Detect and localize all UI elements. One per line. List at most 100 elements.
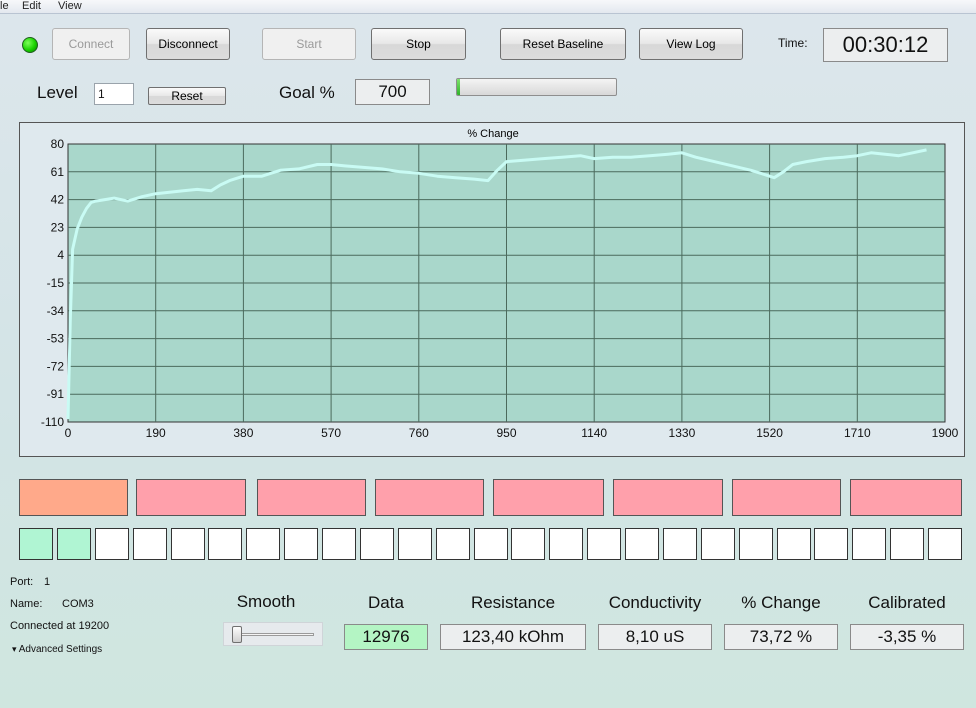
level-label: Level [37,83,78,102]
goal-progress-fill [457,79,461,95]
menu-view[interactable]: View [58,0,82,13]
smooth-slider[interactable] [223,622,323,646]
indicator-square [398,528,432,560]
smooth-slider-track [234,633,314,636]
conductivity-label: Conductivity [608,593,702,612]
y-tick-label: -53 [47,332,65,346]
x-tick-label: 570 [321,426,341,440]
port-name-label: Name: [10,598,43,610]
indicator-square [663,528,697,560]
level-input[interactable]: 1 [94,83,134,105]
x-tick-label: 380 [233,426,253,440]
data-label: Data [368,593,404,612]
indicator-tile [19,479,128,516]
x-tick-label: 0 [65,426,72,440]
y-tick-label: -110 [41,415,64,429]
x-tick-label: 1520 [756,426,783,440]
y-tick-label: 42 [51,193,65,207]
indicator-square [322,528,356,560]
reset-baseline-button[interactable]: Reset Baseline [500,28,626,60]
level-reset-button[interactable]: Reset [148,87,226,105]
x-tick-label: 1710 [844,426,871,440]
goal-percent-display: 700 [355,79,430,105]
stop-button[interactable]: Stop [371,28,466,60]
y-tick-label: 23 [51,220,65,234]
port-value: 1 [44,576,51,588]
y-tick-label: -91 [47,387,65,401]
percent-change-value-display: 73,72 % [724,624,838,650]
calibrated-value-display: -3,35 % [850,624,964,650]
indicator-square [19,528,53,560]
x-tick-label: 1330 [669,426,696,440]
indicator-square [208,528,242,560]
indicator-square [549,528,583,560]
chart-svg: 0 190 380 570 760 950 1140 1330 1520 1710 1900 80 61… [41,128,959,440]
disconnect-button[interactable]: Disconnect [146,28,230,60]
y-tick-label: 61 [51,165,65,179]
double-chevron-down-icon: ▾ [12,644,17,654]
smooth-label: Smooth [236,592,296,611]
elapsed-time-display: 00:30:12 [823,28,948,62]
y-tick-label: 80 [51,137,65,151]
view-log-button[interactable]: View Log [639,28,743,60]
y-tick-label: -15 [47,276,65,290]
start-button[interactable]: Start [262,28,356,60]
resistance-value-display: 123,40 kOhm [440,624,586,650]
data-value-display: 12976 [344,624,428,650]
indicator-tile [850,479,962,516]
indicator-square [852,528,886,560]
x-tick-label: 1140 [581,426,607,440]
indicator-square [890,528,924,560]
connection-status-text: Connected at 19200 [10,620,110,632]
x-tick-label: 190 [146,426,166,440]
x-tick-label: 760 [409,426,429,440]
indicator-tile [375,479,484,516]
port-name-value: COM3 [62,598,94,610]
menu-edit[interactable]: Edit [22,0,41,13]
indicator-square [246,528,280,560]
indicator-tile [613,479,723,516]
percent-change-chart: 0 190 380 570 760 950 1140 1330 1520 1710 1900 80 61… [19,122,965,457]
indicator-square [739,528,773,560]
port-label: Port: [10,576,34,588]
smooth-slider-thumb[interactable] [232,626,242,643]
indicator-square [928,528,962,560]
goal-label: Goal % [279,83,335,102]
indicator-square [587,528,621,560]
x-tick-label: 950 [496,426,516,440]
indicator-square [360,528,394,560]
time-label: Time: [778,36,808,50]
conductivity-value-display: 8,10 uS [598,624,712,650]
indicator-square [814,528,848,560]
indicator-square [95,528,129,560]
indicator-tile [136,479,246,516]
indicator-square [436,528,470,560]
advanced-settings-toggle[interactable]: ▾ Advanced Settings [12,644,102,655]
connect-button[interactable]: Connect [52,28,130,60]
indicator-square [133,528,167,560]
y-tick-label: 4 [57,248,64,262]
indicator-square [625,528,659,560]
indicator-square [57,528,91,560]
calibrated-label: Calibrated [868,593,946,612]
indicator-tile [732,479,841,516]
indicator-square [474,528,508,560]
percent-change-label: % Change [741,593,821,612]
menu-bar: le Edit View [0,0,976,14]
indicator-square [511,528,545,560]
advanced-settings-label: Advanced Settings [18,644,103,655]
indicator-tile [493,479,604,516]
indicator-square [284,528,318,560]
indicator-square [777,528,811,560]
menu-file[interactable]: le [0,0,9,13]
indicator-square [701,528,735,560]
goal-progress-bar [456,78,617,96]
y-tick-label: -34 [47,304,65,318]
resistance-label: Resistance [470,593,556,612]
indicator-tile [257,479,366,516]
chart-title: % Change [467,128,518,140]
indicator-square [171,528,205,560]
y-tick-label: -72 [47,359,65,373]
x-tick-label: 1900 [932,426,959,440]
connection-status-led [22,37,38,53]
